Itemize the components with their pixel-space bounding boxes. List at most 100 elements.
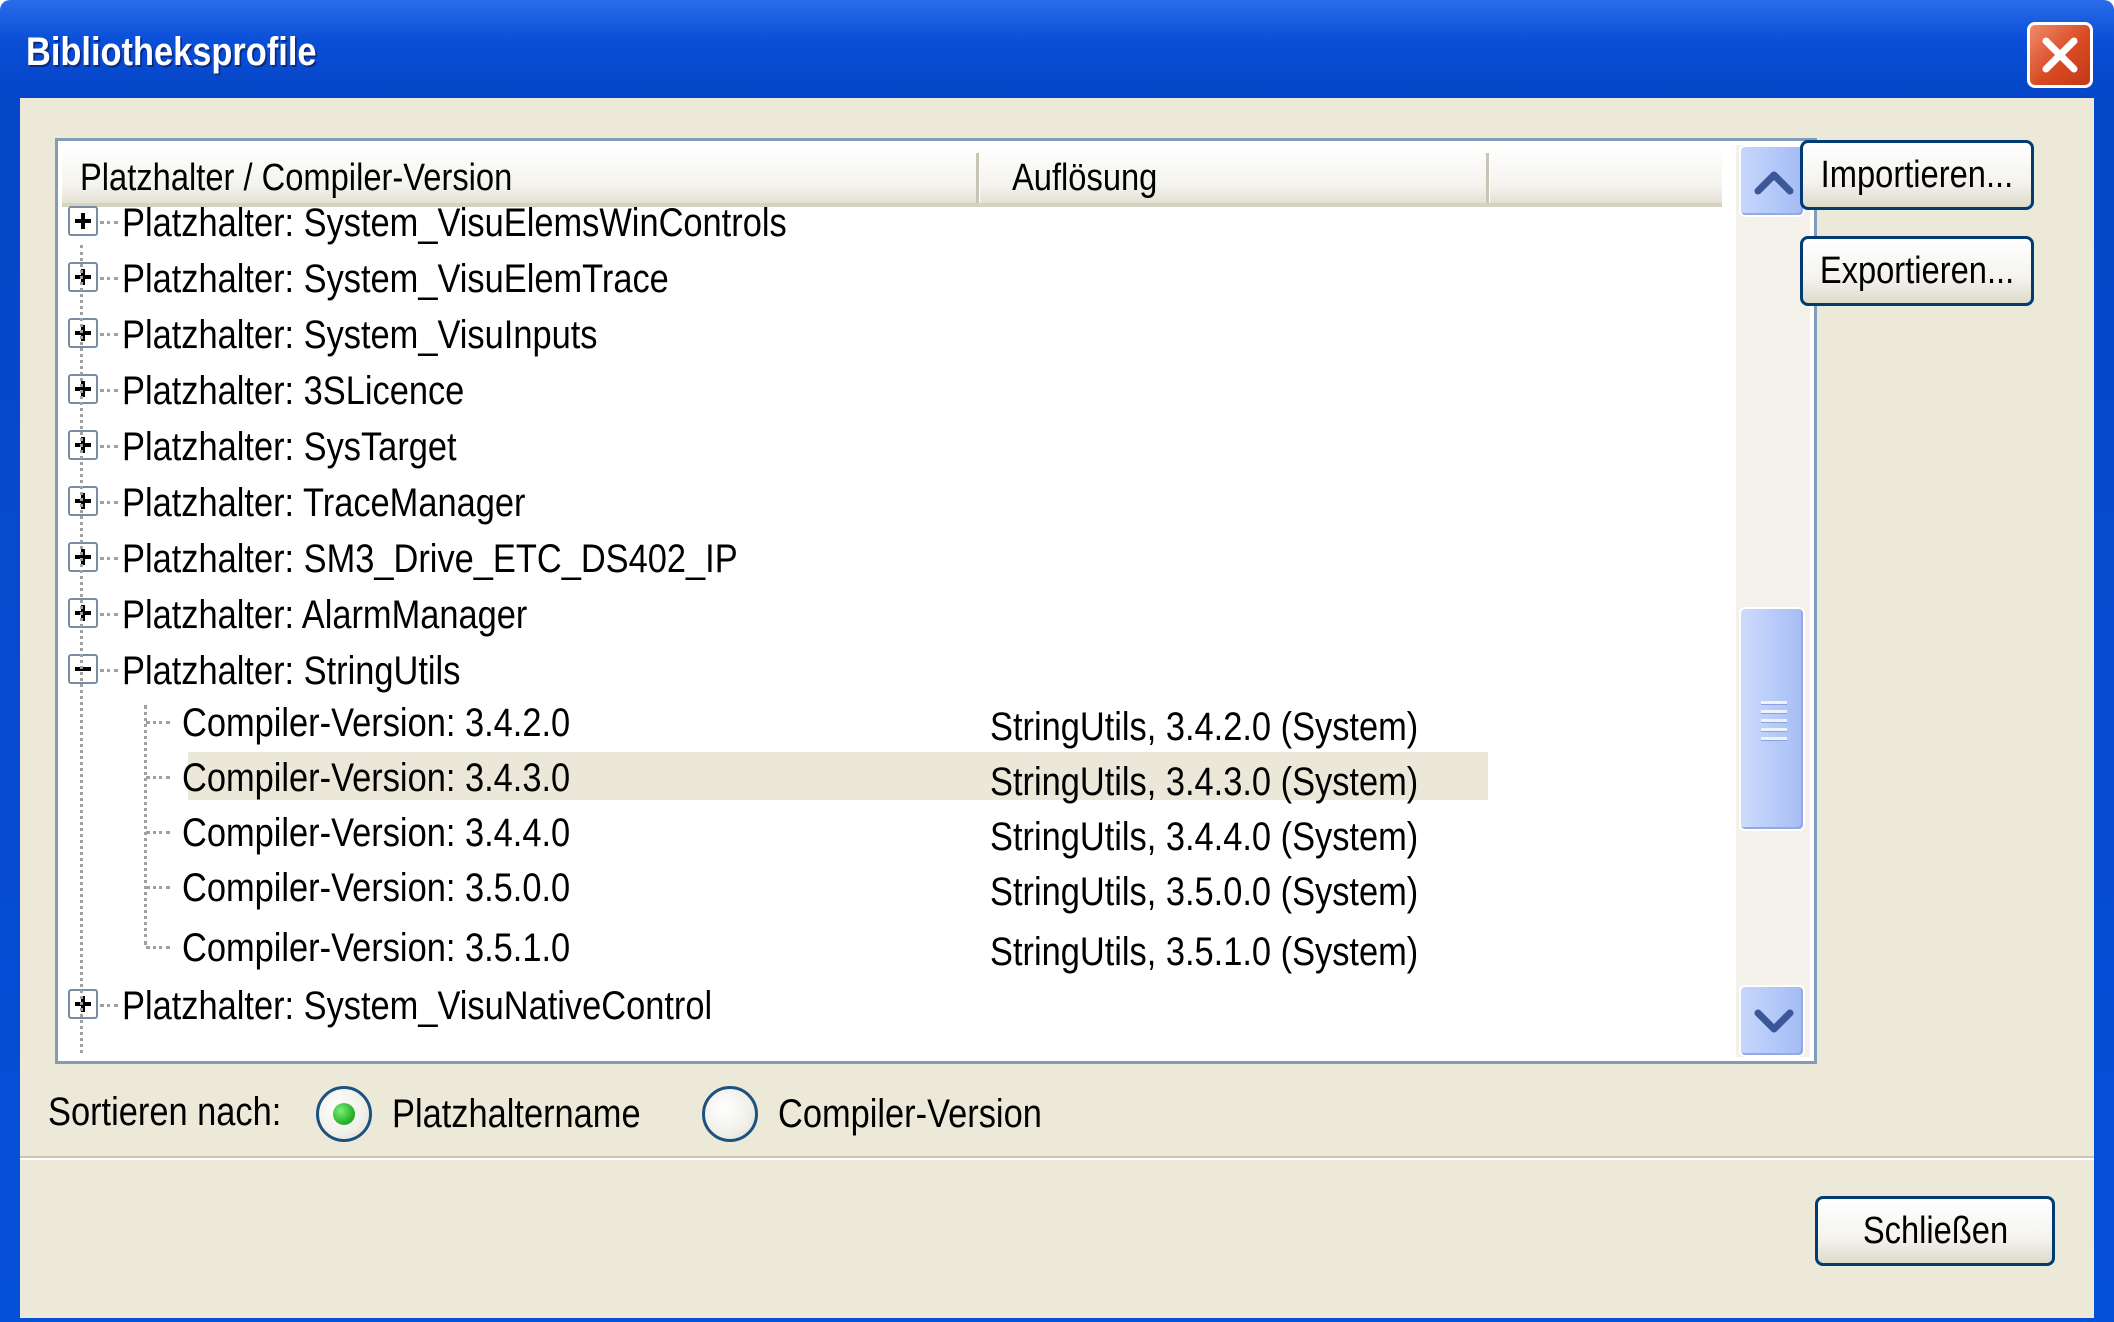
- close-button[interactable]: [2027, 22, 2093, 88]
- tree-child-node[interactable]: Compiler-Version: 3.4.3.0 StringUtils, 3.…: [62, 752, 1722, 808]
- dialog-body: Platzhalter / Compiler-Version Auflösung…: [20, 98, 2094, 1318]
- tree-connector: [146, 886, 170, 889]
- tree-child-node[interactable]: Compiler-Version: 3.5.1.0 StringUtils, 3.…: [62, 922, 1722, 978]
- resolution-value: StringUtils, 3.4.4.0 (System): [990, 815, 1419, 859]
- resolution-value: StringUtils, 3.4.3.0 (System): [990, 760, 1419, 804]
- tree-node-label: Platzhalter: SysTarget: [122, 425, 457, 469]
- expand-icon[interactable]: [68, 206, 98, 236]
- sort-option-placeholder-name-label[interactable]: Platzhaltername: [392, 1092, 641, 1137]
- tree-node[interactable]: Platzhalter: AlarmManager: [62, 589, 1722, 645]
- tree-connector: [100, 221, 118, 224]
- tree-node[interactable]: Platzhalter: SM3_Drive_ETC_DS402_IP: [62, 533, 1722, 589]
- tree-connector: [100, 277, 118, 280]
- tree-node[interactable]: Platzhalter: System_VisuElemTrace: [62, 253, 1722, 309]
- tree-connector: [146, 946, 170, 949]
- expand-icon[interactable]: [68, 430, 98, 460]
- sort-option-compiler-version-radio[interactable]: [702, 1086, 758, 1142]
- tree-node-label: Platzhalter: AlarmManager: [122, 593, 528, 637]
- column-header-placeholder[interactable]: Platzhalter / Compiler-Version: [80, 157, 512, 200]
- close-dialog-button-label: Schließen: [1862, 1210, 2008, 1252]
- tree-node[interactable]: Platzhalter: SysTarget: [62, 421, 1722, 477]
- tree-connector: [146, 831, 170, 834]
- tree-connector: [100, 501, 118, 504]
- grip-line: [1761, 710, 1787, 714]
- tree-node[interactable]: Platzhalter: System_VisuInputs: [62, 309, 1722, 365]
- dialog-window: Bibliotheksprofile Platzhalter / Compile…: [0, 0, 2114, 1322]
- sort-label: Sortieren nach:: [48, 1090, 282, 1134]
- tree-connector: [100, 613, 118, 616]
- tree-connector: [80, 245, 83, 1053]
- resolution-value: StringUtils, 3.4.2.0 (System): [990, 705, 1419, 749]
- close-icon: [2042, 37, 2078, 73]
- tree-node-label: Compiler-Version: 3.4.2.0: [182, 701, 571, 745]
- import-button-label: Importieren...: [1820, 154, 2014, 196]
- tree-node[interactable]: Platzhalter: System_VisuNativeControl: [62, 980, 1722, 1036]
- expand-icon[interactable]: [68, 318, 98, 348]
- expand-icon[interactable]: [68, 989, 98, 1019]
- tree-child-node[interactable]: Compiler-Version: 3.5.0.0 StringUtils, 3.…: [62, 862, 1722, 918]
- tree-connector: [100, 557, 118, 560]
- column-header-resolution[interactable]: Auflösung: [1012, 157, 1157, 200]
- tree-connector: [144, 705, 147, 945]
- tree-node-label: Compiler-Version: 3.5.0.0: [182, 866, 571, 910]
- scroll-down-button[interactable]: [1739, 985, 1805, 1057]
- library-profile-tree[interactable]: Platzhalter / Compiler-Version Auflösung…: [55, 138, 1817, 1064]
- tree-node[interactable]: Platzhalter: TraceManager: [62, 477, 1722, 533]
- tree-node-label: Platzhalter: System_VisuInputs: [122, 313, 598, 357]
- import-button[interactable]: Importieren...: [1800, 140, 2034, 210]
- tree-node-label: Platzhalter: SM3_Drive_ETC_DS402_IP: [122, 537, 738, 581]
- vertical-scrollbar[interactable]: [1736, 145, 1810, 1057]
- tree-node-label: Platzhalter: TraceManager: [122, 481, 526, 525]
- export-button-label: Exportieren...: [1819, 250, 2015, 292]
- expand-icon[interactable]: [68, 542, 98, 572]
- tree-child-node[interactable]: Compiler-Version: 3.4.2.0 StringUtils, 3.…: [62, 697, 1722, 753]
- tree-connector: [146, 776, 170, 779]
- tree-node-label: Platzhalter: System_VisuElemsWinControls: [122, 201, 787, 245]
- expand-icon[interactable]: [68, 598, 98, 628]
- collapse-icon[interactable]: [68, 654, 98, 684]
- tree-node-label: Platzhalter: StringUtils: [122, 649, 461, 693]
- resolution-value: StringUtils, 3.5.0.0 (System): [990, 870, 1419, 914]
- column-separator[interactable]: [976, 153, 980, 203]
- tree-child-node[interactable]: Compiler-Version: 3.4.4.0 StringUtils, 3.…: [62, 807, 1722, 863]
- column-separator[interactable]: [1486, 153, 1490, 203]
- scroll-up-button[interactable]: [1739, 145, 1805, 217]
- expander-bar: [75, 667, 91, 671]
- expand-icon[interactable]: [68, 374, 98, 404]
- grip-line: [1761, 719, 1787, 723]
- grip-line: [1761, 737, 1787, 741]
- tree-content: Platzhalter / Compiler-Version Auflösung…: [62, 145, 1722, 1057]
- chevron-down-icon: [1754, 1009, 1794, 1033]
- chevron-up-icon: [1754, 171, 1794, 195]
- tree-node-label: Platzhalter: System_VisuElemTrace: [122, 257, 669, 301]
- resolution-value: StringUtils, 3.5.1.0 (System): [990, 930, 1419, 974]
- tree-connector: [146, 721, 170, 724]
- window-title: Bibliotheksprofile: [26, 30, 317, 74]
- tree-node-label: Platzhalter: 3SLicence: [122, 369, 465, 413]
- expand-icon[interactable]: [68, 486, 98, 516]
- grip-line: [1761, 728, 1787, 732]
- close-dialog-button[interactable]: Schließen: [1815, 1196, 2055, 1266]
- expand-icon[interactable]: [68, 262, 98, 292]
- tree-connector: [100, 1004, 118, 1007]
- tree-connector: [100, 333, 118, 336]
- tree-node-label: Compiler-Version: 3.4.3.0: [182, 756, 571, 800]
- grip-line: [1761, 701, 1787, 705]
- sort-option-placeholder-name-radio[interactable]: [316, 1086, 372, 1142]
- title-bar[interactable]: Bibliotheksprofile: [0, 0, 2114, 100]
- radio-selected-dot: [333, 1103, 355, 1125]
- export-button[interactable]: Exportieren...: [1800, 236, 2034, 306]
- tree-node[interactable]: Platzhalter: System_VisuElemsWinControls: [62, 197, 1722, 253]
- tree-connector: [100, 445, 118, 448]
- sort-option-compiler-version-label[interactable]: Compiler-Version: [778, 1092, 1042, 1137]
- separator-line: [20, 1156, 2094, 1160]
- tree-node[interactable]: Platzhalter: 3SLicence: [62, 365, 1722, 421]
- tree-node[interactable]: Platzhalter: StringUtils: [62, 645, 1722, 701]
- tree-node-label: Compiler-Version: 3.4.4.0: [182, 811, 571, 855]
- scroll-thumb[interactable]: [1739, 607, 1805, 831]
- tree-connector: [100, 389, 118, 392]
- expander-bar: [81, 213, 85, 229]
- tree-connector: [100, 669, 118, 672]
- tree-node-label: Compiler-Version: 3.5.1.0: [182, 926, 571, 970]
- tree-node-label: Platzhalter: System_VisuNativeControl: [122, 984, 713, 1028]
